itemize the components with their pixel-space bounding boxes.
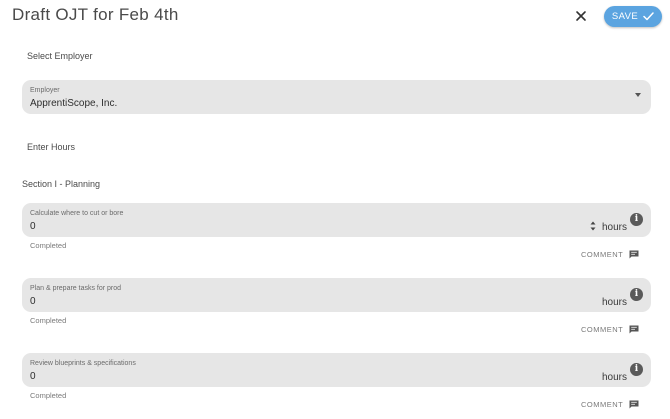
- task-label: Review blueprints & specifications: [30, 360, 136, 367]
- employer-select[interactable]: Employer ApprentiScope, Inc.: [22, 80, 651, 114]
- task-status: Completed: [30, 391, 67, 400]
- enter-hours-heading: Enter Hours: [27, 142, 76, 152]
- info-icon[interactable]: i: [630, 363, 643, 376]
- dropdown-arrow-icon[interactable]: [635, 93, 641, 97]
- close-button[interactable]: [571, 6, 591, 26]
- number-spinner-icon[interactable]: [590, 220, 596, 232]
- comment-label: COMMENT: [581, 400, 624, 409]
- comment-label: COMMENT: [581, 250, 624, 259]
- comment-button[interactable]: COMMENT: [581, 250, 639, 259]
- task-status: Completed: [30, 241, 67, 250]
- employer-field-label: Employer: [30, 87, 60, 94]
- employer-field-value: ApprentiScope, Inc.: [30, 98, 118, 109]
- comment-icon: [629, 325, 639, 334]
- header-bar: Draft OJT for Feb 4th SAVE: [0, 0, 670, 34]
- comment-label: COMMENT: [581, 325, 624, 334]
- task-label: Plan & prepare tasks for prod: [30, 285, 122, 292]
- info-icon[interactable]: i: [630, 213, 643, 226]
- section-title: Section I - Planning: [22, 179, 101, 189]
- save-button-label: SAVE: [611, 11, 639, 22]
- task-hours-field[interactable]: Review blueprints & specifications 0 hou…: [22, 353, 651, 387]
- comment-icon: [629, 400, 639, 409]
- close-icon: [576, 11, 586, 21]
- check-icon: [643, 12, 654, 21]
- task-status: Completed: [30, 316, 67, 325]
- task-hours-value[interactable]: 0: [30, 371, 36, 382]
- comment-icon: [629, 250, 639, 259]
- comment-button[interactable]: COMMENT: [581, 400, 639, 409]
- hours-unit-label: hours: [601, 372, 627, 383]
- select-employer-heading: Select Employer: [27, 51, 93, 61]
- task-hours-field[interactable]: Calculate where to cut or bore 0 hours i: [22, 203, 651, 237]
- hours-unit-label: hours: [601, 297, 627, 308]
- task-label: Calculate where to cut or bore: [30, 210, 124, 217]
- save-button[interactable]: SAVE: [604, 6, 662, 27]
- task-hours-field[interactable]: Plan & prepare tasks for prod 0 hours i: [22, 278, 651, 312]
- page-title: Draft OJT for Feb 4th: [12, 5, 179, 24]
- info-icon[interactable]: i: [630, 288, 643, 301]
- task-hours-value[interactable]: 0: [30, 221, 36, 232]
- comment-button[interactable]: COMMENT: [581, 325, 639, 334]
- task-hours-value[interactable]: 0: [30, 296, 36, 307]
- hours-unit-label: hours: [601, 222, 627, 233]
